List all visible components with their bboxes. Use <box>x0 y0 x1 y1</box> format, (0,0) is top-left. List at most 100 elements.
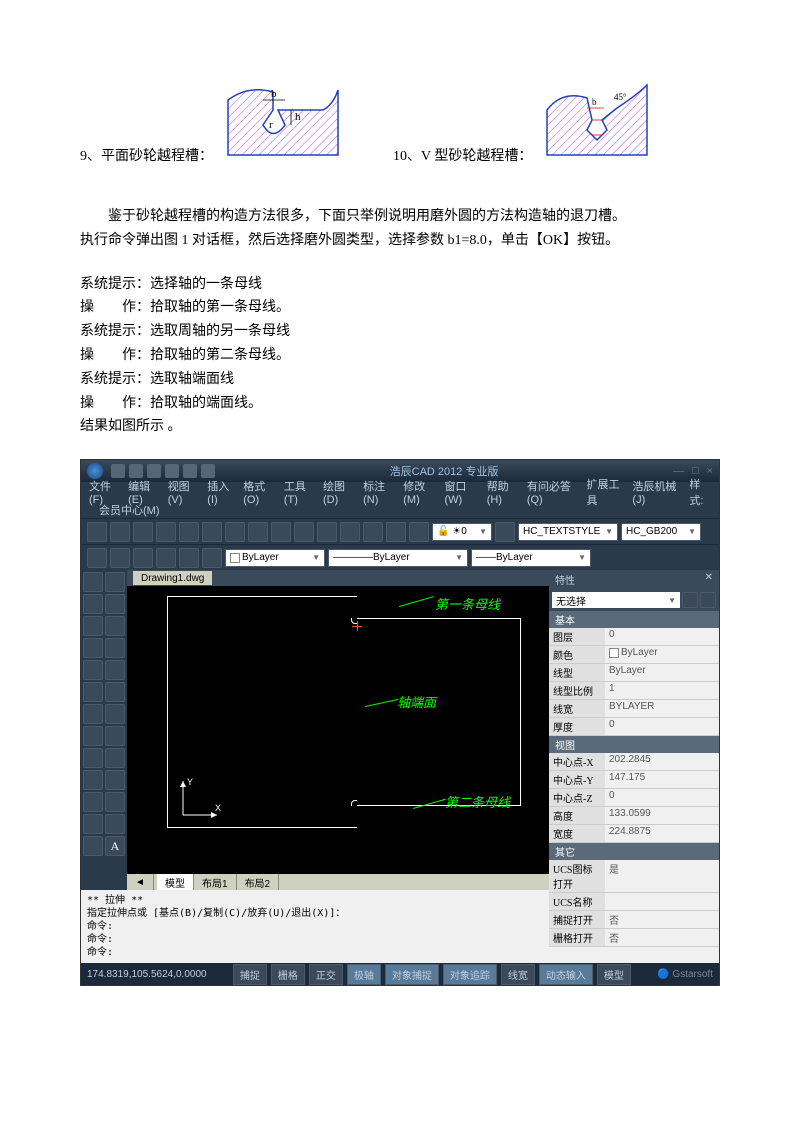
status-grid[interactable]: 栅格 <box>271 964 305 985</box>
tool-xline-icon[interactable] <box>105 572 125 592</box>
table-row[interactable]: 厚度0 <box>549 718 719 736</box>
tool-new-icon[interactable] <box>87 522 107 542</box>
status-model[interactable]: 模型 <box>597 964 631 985</box>
status-polar[interactable]: 极轴 <box>347 964 381 985</box>
menu-mech[interactable]: 浩辰机械(J) <box>632 478 681 506</box>
tool-match-icon[interactable] <box>271 522 291 542</box>
tool-mtext-icon[interactable] <box>83 748 103 768</box>
menu-draw[interactable]: 绘图(D) <box>323 478 355 506</box>
tool-preview-icon[interactable] <box>179 522 199 542</box>
tool-rotate-icon[interactable] <box>105 814 125 834</box>
linetype-dropdown[interactable]: ———— ByLayer▼ <box>328 549 468 567</box>
props-qs-icon[interactable] <box>700 592 716 608</box>
qat-new-icon[interactable] <box>111 464 125 478</box>
tool-ellipse-icon[interactable] <box>83 660 103 680</box>
table-row[interactable]: 中心点-X202.2845 <box>549 753 719 771</box>
tab-nav-prev-icon[interactable]: ◄ <box>127 874 154 890</box>
lineweight-dropdown[interactable]: —— ByLayer▼ <box>471 549 591 567</box>
tool-hatch-icon[interactable] <box>105 704 125 724</box>
tool-offset-icon[interactable] <box>83 792 103 812</box>
status-snap[interactable]: 捕捉 <box>233 964 267 985</box>
tool-polygon-icon[interactable] <box>105 594 125 614</box>
table-row[interactable]: 高度133.0599 <box>549 807 719 825</box>
table-row[interactable]: 线型ByLayer <box>549 664 719 682</box>
layer-dropdown[interactable]: 🔓 ☀ 0▼ <box>432 523 492 541</box>
menu-window[interactable]: 窗口(W) <box>444 478 478 506</box>
qat-undo-icon[interactable] <box>165 464 179 478</box>
tool-circle-icon[interactable] <box>83 638 103 658</box>
menu-member[interactable]: 会员中心(M) <box>99 502 160 518</box>
tool-point-icon[interactable] <box>83 704 103 724</box>
menu-modify[interactable]: 修改(M) <box>403 478 436 506</box>
tool-copy-obj-icon[interactable] <box>83 770 103 790</box>
props-group-misc[interactable]: 其它 <box>549 843 719 860</box>
tool-region-icon[interactable] <box>83 726 103 746</box>
status-osnap[interactable]: 对象捕捉 <box>385 964 439 985</box>
table-row[interactable]: UCS图标打开是 <box>549 860 719 893</box>
minimize-icon[interactable]: — <box>673 465 684 477</box>
qat-open-icon[interactable] <box>129 464 143 478</box>
tool-layers-icon[interactable] <box>495 522 515 542</box>
status-otrack[interactable]: 对象追踪 <box>443 964 497 985</box>
tool-move-icon[interactable] <box>83 814 103 834</box>
tool-scale-icon[interactable] <box>83 836 103 856</box>
menu-help[interactable]: 帮助(H) <box>487 478 519 506</box>
tool-open-icon[interactable] <box>110 522 130 542</box>
tool-pline-icon[interactable] <box>83 594 103 614</box>
tool-a-icon[interactable] <box>87 548 107 568</box>
dimstyle-dropdown[interactable]: HC_GB200▼ <box>621 523 701 541</box>
color-dropdown[interactable]: ByLayer▼ <box>225 549 325 567</box>
tool-zoomwin-icon[interactable] <box>386 522 406 542</box>
tool-f-icon[interactable] <box>202 548 222 568</box>
status-dyn[interactable]: 动态输入 <box>539 964 593 985</box>
table-row[interactable]: 中心点-Y147.175 <box>549 771 719 789</box>
table-row[interactable]: 线型比例1 <box>549 682 719 700</box>
menu-format[interactable]: 格式(O) <box>243 478 276 506</box>
menu-insert[interactable]: 插入(I) <box>207 478 235 506</box>
tool-ellipsearc-icon[interactable] <box>105 660 125 680</box>
tool-c-icon[interactable] <box>133 548 153 568</box>
tool-copy-icon[interactable] <box>225 522 245 542</box>
tool-erase-icon[interactable] <box>105 748 125 768</box>
tab-layout1[interactable]: 布局1 <box>194 874 237 890</box>
textstyle-dropdown[interactable]: HC_TEXTSTYLE▼ <box>518 523 618 541</box>
tool-e-icon[interactable] <box>179 548 199 568</box>
tool-zoomprev-icon[interactable] <box>409 522 429 542</box>
tool-redo-icon[interactable] <box>317 522 337 542</box>
table-row[interactable]: 捕捉打开否 <box>549 911 719 929</box>
props-selection-dropdown[interactable]: 无选择▼ <box>552 592 680 608</box>
tool-text-A-icon[interactable]: A <box>105 836 125 856</box>
drawing-canvas[interactable]: 第一条母线 轴端面 第二条母线 YX <box>127 586 549 874</box>
tool-b-icon[interactable] <box>110 548 130 568</box>
table-row[interactable]: 中心点-Z0 <box>549 789 719 807</box>
tool-array-icon[interactable] <box>105 792 125 812</box>
table-row[interactable]: 颜色ByLayer <box>549 646 719 664</box>
tool-paste-icon[interactable] <box>248 522 268 542</box>
status-ortho[interactable]: 正交 <box>309 964 343 985</box>
tool-pan-icon[interactable] <box>340 522 360 542</box>
tool-save-icon[interactable] <box>133 522 153 542</box>
qat-save-icon[interactable] <box>147 464 161 478</box>
tool-mirror-icon[interactable] <box>105 770 125 790</box>
table-row[interactable]: 宽度224.8875 <box>549 825 719 843</box>
tool-block-icon[interactable] <box>105 682 125 702</box>
qat-redo-icon[interactable] <box>183 464 197 478</box>
table-row[interactable]: 线宽BYLAYER <box>549 700 719 718</box>
menu-view[interactable]: 视图(V) <box>168 478 200 506</box>
props-group-basic[interactable]: 基本 <box>549 611 719 628</box>
menu-tools[interactable]: 工具(T) <box>284 478 315 506</box>
tool-plot-icon[interactable] <box>156 522 176 542</box>
tool-zoom-icon[interactable] <box>363 522 383 542</box>
tool-arc-icon[interactable] <box>105 616 125 636</box>
table-row[interactable]: 栅格打开否 <box>549 929 719 947</box>
menu-ext[interactable]: 扩展工具 <box>586 476 624 508</box>
tool-line-icon[interactable] <box>83 572 103 592</box>
tool-spline-icon[interactable] <box>105 638 125 658</box>
table-row[interactable]: 图层0 <box>549 628 719 646</box>
props-sel-icon[interactable] <box>682 592 698 608</box>
app-logo-icon[interactable] <box>87 463 103 479</box>
status-lwt[interactable]: 线宽 <box>501 964 535 985</box>
drawing-tab[interactable]: Drawing1.dwg <box>133 571 212 585</box>
tab-layout2[interactable]: 布局2 <box>237 874 280 890</box>
table-row[interactable]: UCS名称 <box>549 893 719 911</box>
